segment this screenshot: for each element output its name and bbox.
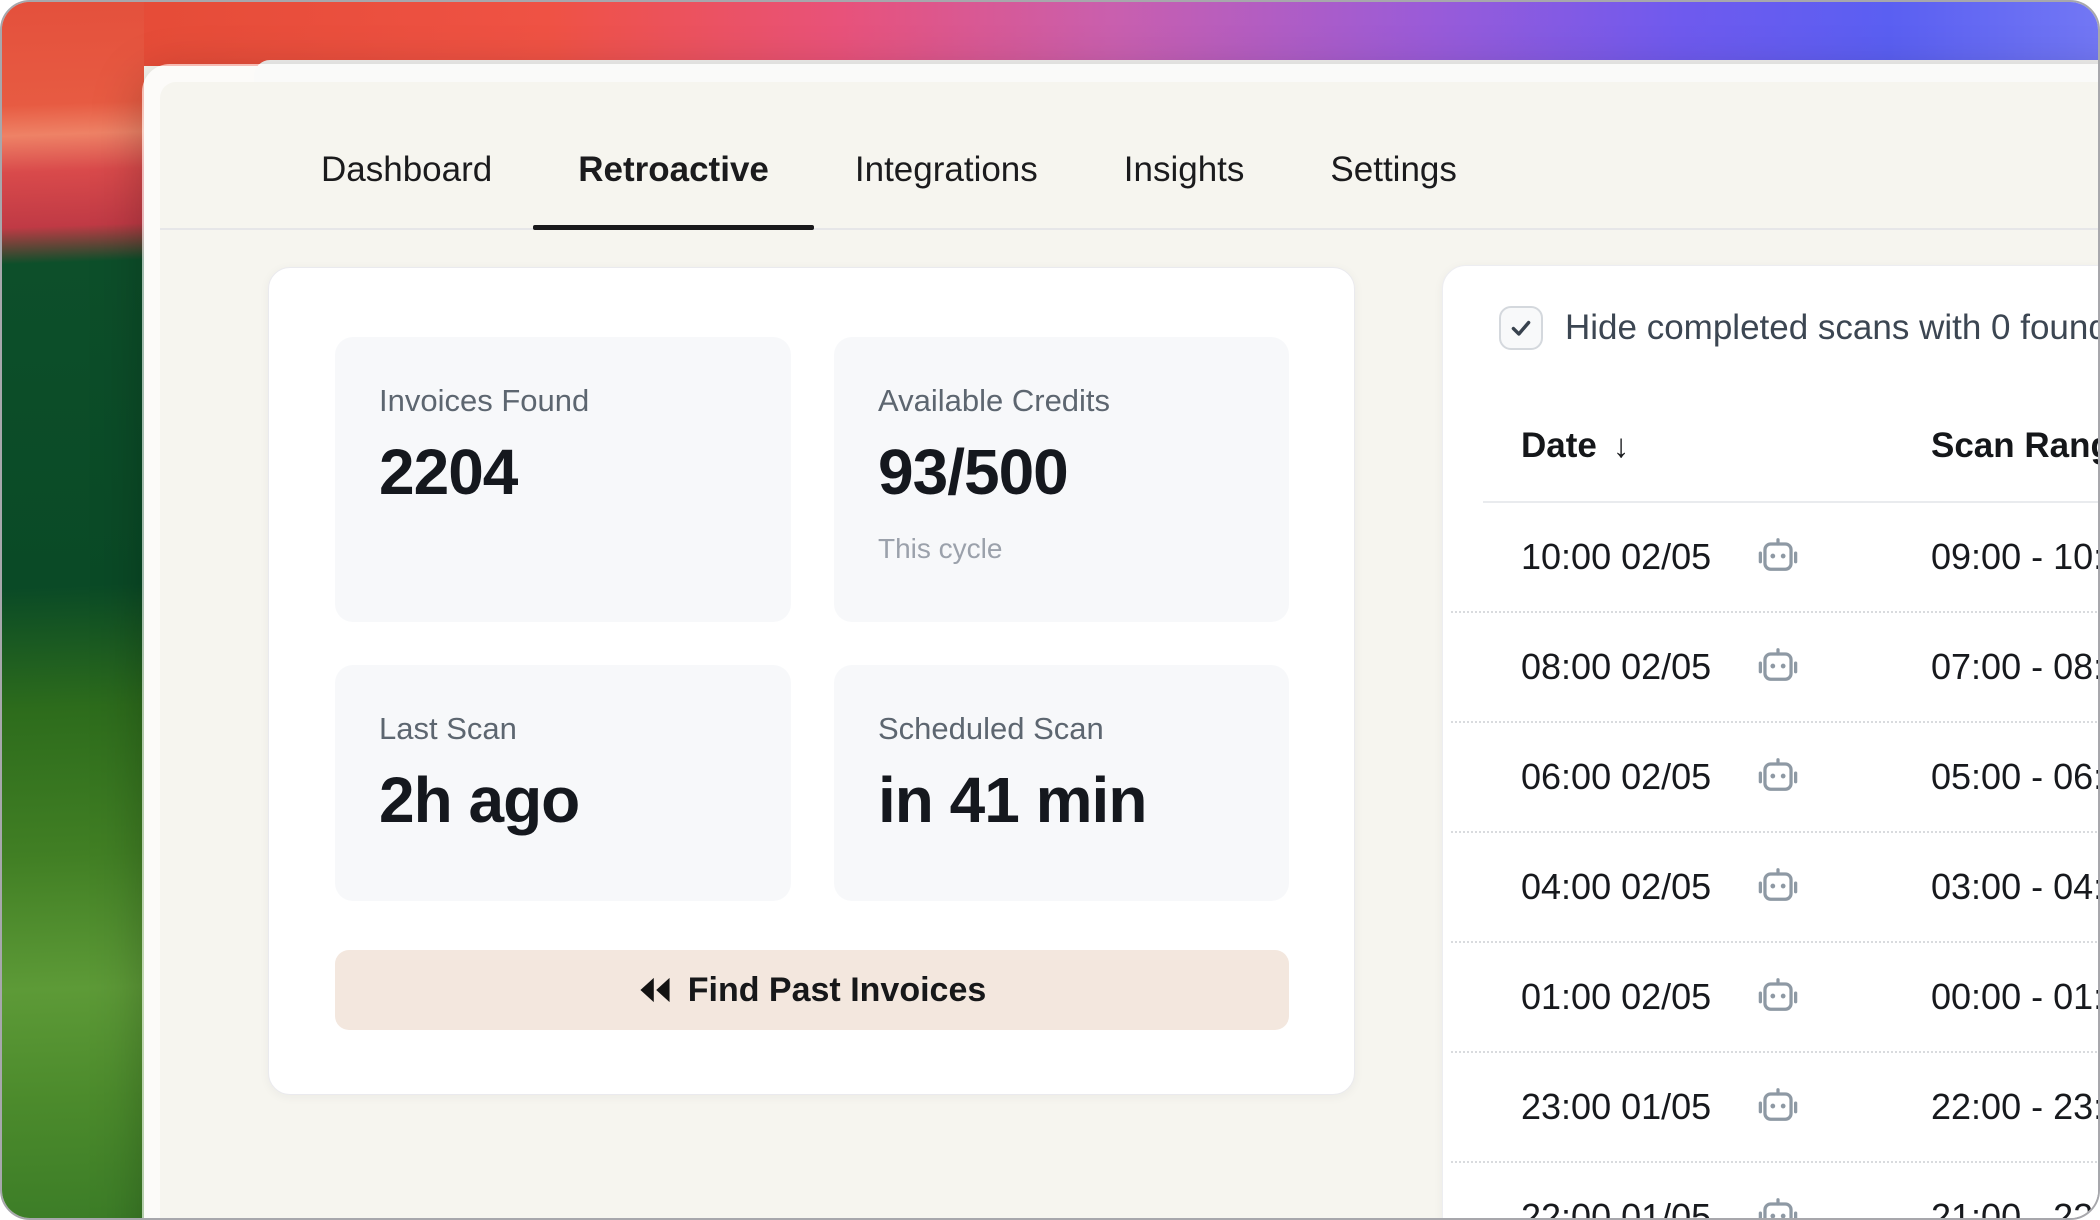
hide-completed-label: Hide completed scans with 0 found [1565, 308, 2100, 348]
scan-date: 23:00 01/05 [1521, 1086, 1711, 1128]
stat-label: Scheduled Scan [878, 711, 1253, 747]
column-header-date[interactable]: Date ↓ [1521, 426, 1629, 466]
robot-icon [1755, 534, 1801, 580]
hide-completed-checkbox[interactable] [1499, 306, 1543, 350]
stat-label: Available Credits [878, 383, 1253, 419]
table-row[interactable]: 08:00 02/05 07:00 - 08:00 [1451, 613, 2100, 723]
scan-range: 05:00 - 06:00 [1931, 756, 2100, 798]
table-row[interactable]: 10:00 02/05 09:00 - 10:00 [1451, 503, 2100, 613]
robot-icon [1755, 864, 1801, 910]
stat-card-last-scan: Last Scan 2h ago [335, 665, 791, 901]
tab-retroactive[interactable]: Retroactive [578, 150, 769, 228]
date-header-label: Date [1521, 426, 1597, 466]
rewind-icon [638, 975, 672, 1005]
tab-settings[interactable]: Settings [1330, 150, 1456, 228]
stats-grid: Invoices Found 2204 Available Credits 93… [335, 337, 1289, 901]
stat-value: 2204 [379, 435, 755, 509]
scan-range: 03:00 - 04:00 [1931, 866, 2100, 908]
filter-row: Hide completed scans with 0 found [1499, 306, 2100, 350]
stat-value: in 41 min [878, 763, 1253, 837]
screenshot-frame: Dashboard Retroactive Integrations Insig… [0, 0, 2100, 1220]
stat-subtext: This cycle [878, 533, 1253, 565]
stat-card-scheduled-scan: Scheduled Scan in 41 min [834, 665, 1289, 901]
scan-date: 10:00 02/05 [1521, 536, 1711, 578]
robot-icon [1755, 644, 1801, 690]
scan-range: 07:00 - 08:00 [1931, 646, 2100, 688]
scan-range: 22:00 - 23:00 [1931, 1086, 2100, 1128]
table-row[interactable]: 04:00 02/05 03:00 - 04:00 [1451, 833, 2100, 943]
sort-descending-icon: ↓ [1613, 427, 1630, 465]
scan-range: 09:00 - 10:00 [1931, 536, 2100, 578]
tab-insights[interactable]: Insights [1124, 150, 1245, 228]
stat-card-available-credits: Available Credits 93/500 This cycle [834, 337, 1289, 622]
stats-panel: Invoices Found 2204 Available Credits 93… [268, 267, 1355, 1095]
wallpaper-top-band [2, 2, 2098, 66]
stat-card-invoices-found: Invoices Found 2204 [335, 337, 791, 622]
robot-icon [1755, 1194, 1801, 1220]
stat-value: 93/500 [878, 435, 1253, 509]
table-row[interactable]: 01:00 02/05 00:00 - 01:00 [1451, 943, 2100, 1053]
tab-bar: Dashboard Retroactive Integrations Insig… [160, 82, 2100, 230]
scan-date: 04:00 02/05 [1521, 866, 1711, 908]
app-content: Dashboard Retroactive Integrations Insig… [160, 82, 2100, 1220]
scan-date: 08:00 02/05 [1521, 646, 1711, 688]
table-row[interactable]: 06:00 02/05 05:00 - 06:00 [1451, 723, 2100, 833]
table-row[interactable]: 22:00 01/05 21:00 - 22:00 [1451, 1163, 2100, 1220]
scan-rows: 10:00 02/05 09:00 - 10:00 08: [1451, 503, 2100, 1220]
robot-icon [1755, 974, 1801, 1020]
scan-date: 22:00 01/05 [1521, 1196, 1711, 1220]
tab-dashboard[interactable]: Dashboard [321, 150, 492, 228]
tab-integrations[interactable]: Integrations [855, 150, 1038, 228]
scan-range: 00:00 - 01:00 [1931, 976, 2100, 1018]
check-icon [1508, 315, 1534, 341]
scan-date: 01:00 02/05 [1521, 976, 1711, 1018]
scans-panel: Hide completed scans with 0 found Date ↓… [1442, 265, 2100, 1220]
column-header-scan-range[interactable]: Scan Range [1931, 426, 2100, 466]
stat-value: 2h ago [379, 763, 755, 837]
robot-icon [1755, 1084, 1801, 1130]
find-past-invoices-label: Find Past Invoices [688, 971, 987, 1010]
robot-icon [1755, 754, 1801, 800]
find-past-invoices-button[interactable]: Find Past Invoices [335, 950, 1289, 1030]
app-window: Dashboard Retroactive Integrations Insig… [142, 64, 2100, 1220]
stat-label: Invoices Found [379, 383, 755, 419]
table-row[interactable]: 23:00 01/05 22:00 - 23:00 [1451, 1053, 2100, 1163]
scan-date: 06:00 02/05 [1521, 756, 1711, 798]
scan-range: 21:00 - 22:00 [1931, 1196, 2100, 1220]
wallpaper-left-band [2, 2, 144, 1218]
stat-label: Last Scan [379, 711, 755, 747]
